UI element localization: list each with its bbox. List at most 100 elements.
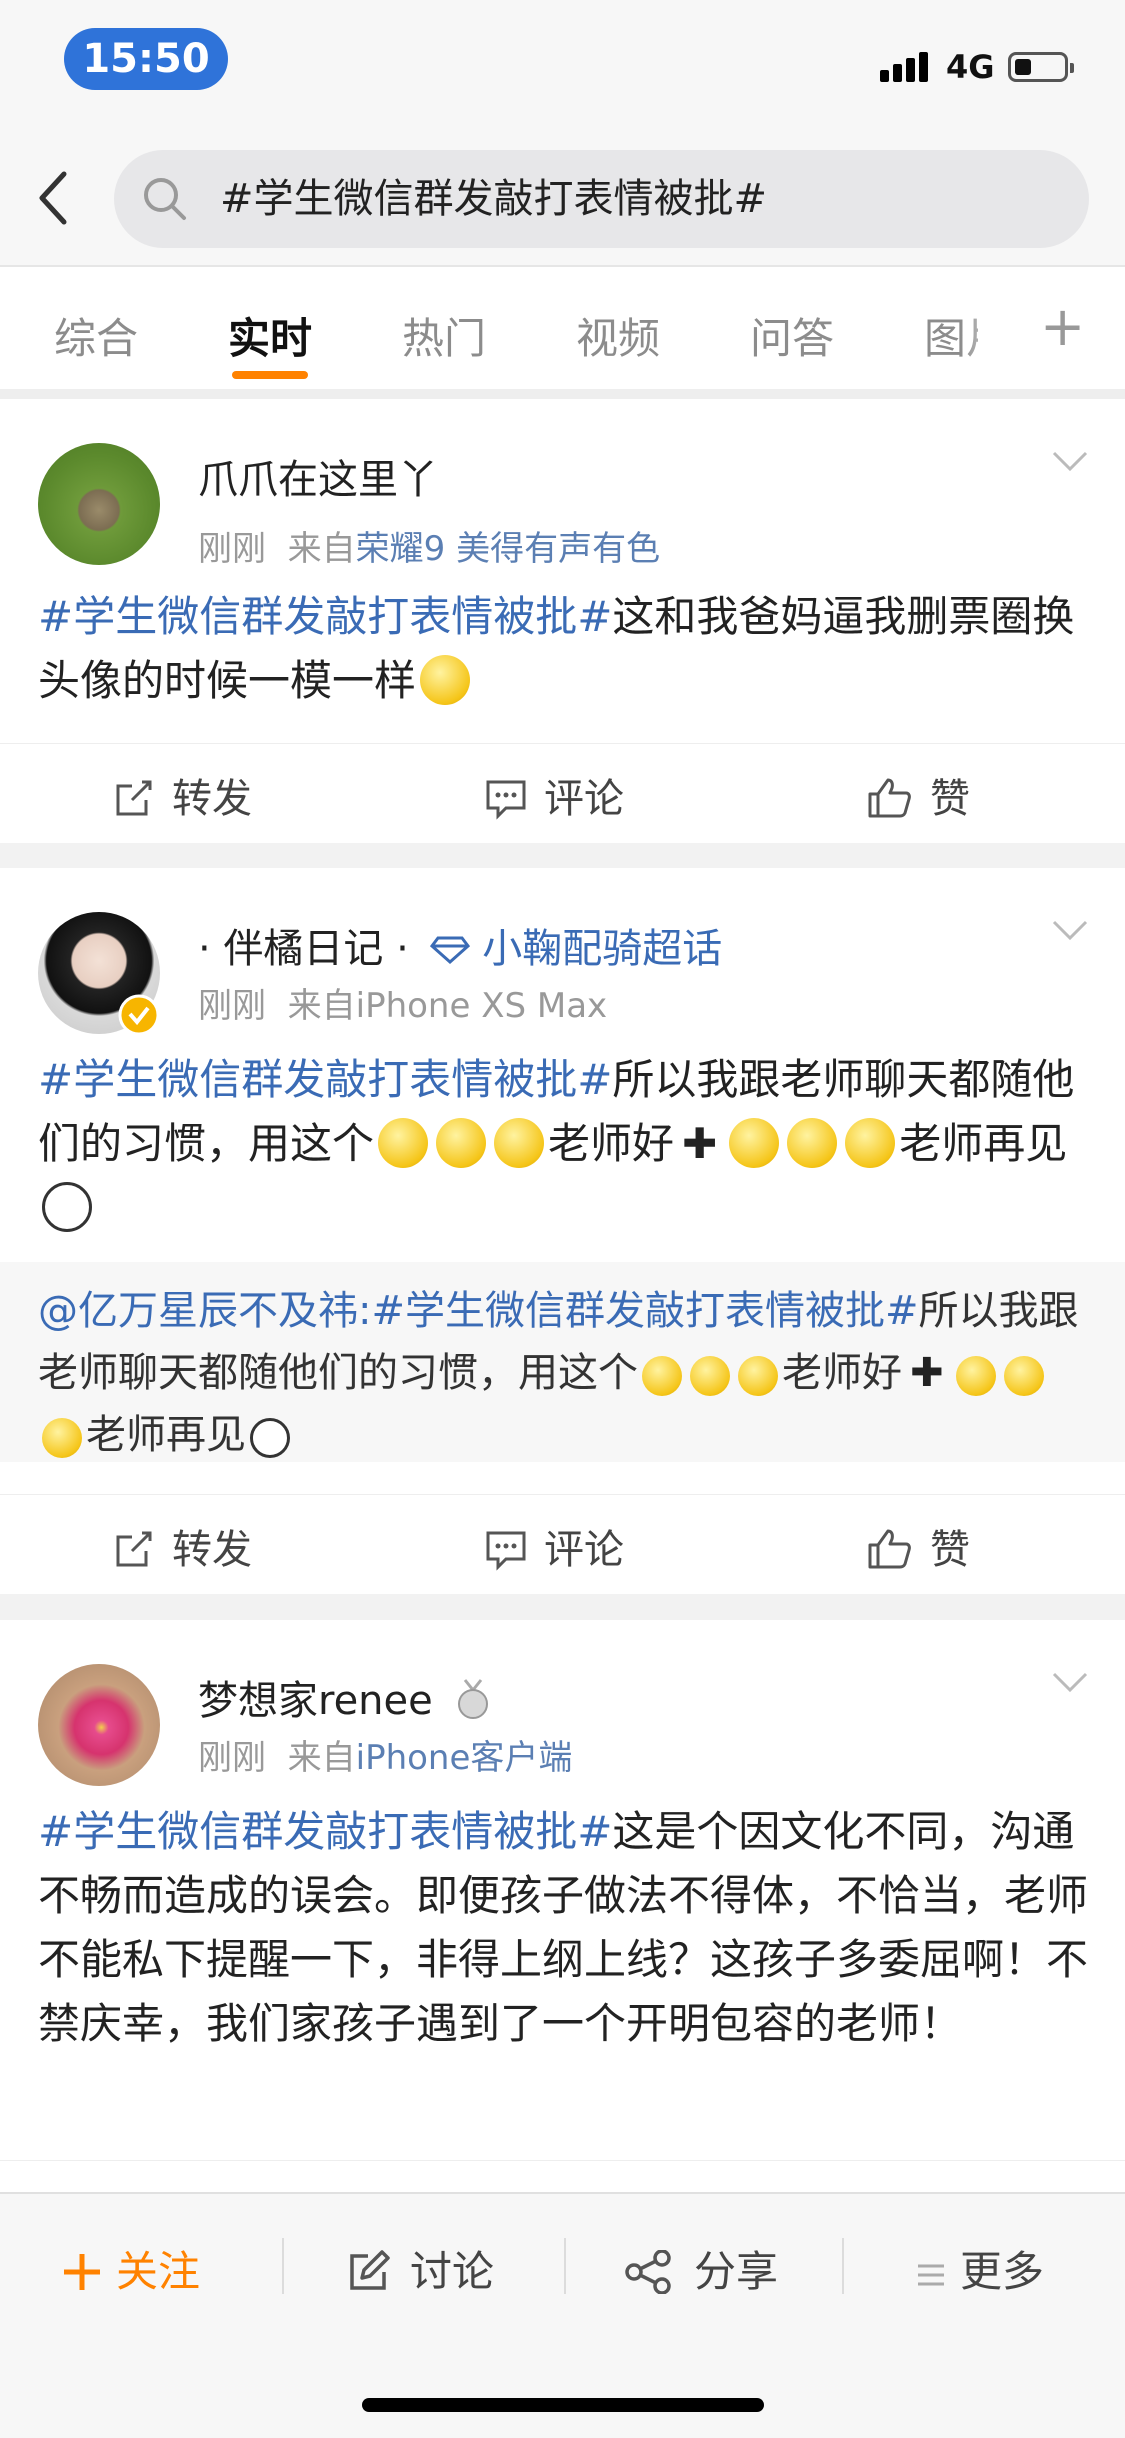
tab-hot[interactable]: 热门 [402,305,486,366]
plus-emoji-icon: ✚ [910,1350,944,1396]
menu-icon [918,2264,944,2286]
post-actions: 转发 评论 赞 [0,743,1125,840]
post-time: 刚刚 [198,1738,266,1778]
hashtag-link[interactable]: #学生微信群发敲打表情被批# [38,1807,612,1856]
tab-bar: 综合 实时 热门 视频 问答 图片 + [0,267,1125,399]
tab-qa[interactable]: 问答 [750,305,834,366]
tab-video[interactable]: 视频 [576,305,660,366]
post-content: #学生微信群发敲打表情被批#这和我爸妈逼我删票圈换头像的时候一模一样 [38,585,1088,713]
tab-comprehensive[interactable]: 综合 [54,305,138,366]
username-text[interactable]: · 伴橘日记 · [198,926,409,972]
post-card: · 伴橘日记 · 小鞠配骑超话 刚刚 来自iPhone XS Max #学生微信… [0,868,1125,1594]
search-input[interactable]: #学生微信群发敲打表情被批# [114,150,1089,248]
salute-emoji-icon [787,1118,838,1168]
comment-icon [486,780,526,820]
repost-block[interactable]: @亿万星辰不及祎:#学生微信群发敲打表情被批#所以我跟老师聊天都随他们的习惯，用… [0,1262,1125,1462]
hashtag-link[interactable]: #学生微信群发敲打表情被批# [371,1288,918,1334]
status-bar: 15:50 4G [0,0,1125,120]
post-username: · 伴橘日记 · 小鞠配骑超话 [198,916,722,974]
smile-emoji-icon [642,1356,682,1396]
post-source: iPhone XS Max [355,986,608,1026]
back-button[interactable] [30,168,80,225]
diamond-icon [429,936,470,965]
verified-badge-icon [118,994,160,1036]
post-from: 来自 [287,1738,356,1778]
post-card: 梦想家renee 刚刚 来自iPhone客户端 #学生微信群发敲打表情被批#这是… [0,1620,1125,2239]
chevron-down-icon[interactable] [1050,918,1090,942]
username-text[interactable]: 梦想家renee [198,1678,433,1724]
network-label: 4G [946,48,995,86]
medal-icon [458,1679,489,1719]
smile-emoji-icon [378,1118,429,1168]
post-source[interactable]: iPhone客户端 [356,1738,573,1778]
like-button[interactable]: 赞 [866,766,970,824]
search-icon [144,178,186,220]
post-content: #学生微信群发敲打表情被批#这是个因文化不同，沟通不畅而造成的误会。即便孩子做法… [38,1800,1088,2056]
comment-button[interactable]: 评论 [484,766,624,824]
battery-icon [1008,52,1074,82]
like-button[interactable]: 赞 [866,1517,970,1575]
chevron-down-icon[interactable] [1050,1670,1090,1694]
post-meta: 刚刚 来自荣耀9 美得有声有色 [198,521,660,570]
repost-content: @亿万星辰不及祎:#学生微信群发敲打表情被批#所以我跟老师聊天都随他们的习惯，用… [38,1280,1088,1466]
status-time: 15:50 [64,28,228,90]
thumbs-up-icon [868,778,911,818]
add-tab-icon[interactable]: + [1040,295,1085,358]
smile-emoji-icon [738,1356,778,1396]
comment-button[interactable]: 评论 [484,1517,624,1575]
more-button[interactable]: 更多 [916,2238,1044,2299]
repost-button[interactable]: 转发 [112,766,252,824]
repost-text: 老师好 [782,1350,902,1396]
discuss-button[interactable]: 讨论 [346,2238,494,2299]
post-actions: 转发 评论 赞 [0,1494,1125,1591]
repost-text: 老师再见 [86,1412,246,1458]
post-meta: 刚刚 来自iPhone客户端 [198,1730,572,1779]
salute-emoji-icon [955,1356,996,1396]
share-icon [625,2249,671,2295]
edit-icon [350,2250,390,2290]
post-time: 刚刚 [198,529,266,569]
repost-button[interactable]: 转发 [112,1517,252,1575]
smile-emoji-icon [494,1118,545,1168]
repost-icon [116,780,152,816]
super-topic-link[interactable]: 小鞠配骑超话 [482,926,722,972]
post-card: 爪爪在这里丫 刚刚 来自荣耀9 美得有声有色 #学生微信群发敲打表情被批#这和我… [0,399,1125,843]
post-text: 老师再见 [899,1119,1068,1168]
smile-emoji-icon [436,1118,487,1168]
plus-icon [64,2254,100,2290]
post-content: #学生微信群发敲打表情被批#所以我跟老师聊天都随他们的习惯，用这个 老师好 ✚ 老师再… [38,1048,1088,1240]
post-from: 来自 [287,529,356,569]
tab-realtime[interactable]: 实时 [228,305,312,366]
post-meta: 刚刚 来自iPhone XS Max [198,978,607,1027]
salute-emoji-icon [729,1118,780,1168]
panda-emoji-icon [42,1182,92,1232]
salute-emoji-icon [845,1118,896,1168]
comment-icon [486,1531,526,1571]
post-time: 刚刚 [198,986,266,1026]
search-query: #学生微信群发敲打表情被批# [220,176,768,222]
panda-emoji-icon [250,1418,290,1458]
repost-user-link[interactable]: @亿万星辰不及祎: [38,1288,371,1334]
post-from: 来自 [287,986,356,1026]
avatar[interactable] [38,1664,160,1786]
repost-icon [116,1531,152,1567]
share-button[interactable]: 分享 [624,2238,778,2299]
post-source[interactable]: 荣耀9 美得有声有色 [356,529,660,569]
bottom-toolbar: 关注 讨论 分享 更多 [0,2192,1125,2438]
thumbs-up-icon [868,1529,911,1569]
follow-button[interactable]: 关注 [62,2238,200,2299]
post-text: 老师好 [548,1119,675,1168]
chevron-down-icon[interactable] [1050,449,1090,473]
smile-emoji-icon [420,655,471,705]
avatar[interactable] [38,443,160,565]
plus-emoji-icon: ✚ [682,1119,718,1168]
salute-emoji-icon [1003,1356,1044,1396]
salute-emoji-icon [42,1418,82,1458]
post-username: 梦想家renee [198,1668,493,1726]
active-tab-indicator [232,371,308,379]
post-username[interactable]: 爪爪在这里丫 [198,447,438,505]
hashtag-link[interactable]: #学生微信群发敲打表情被批# [38,1055,612,1104]
back-chevron-icon [39,171,67,225]
hashtag-link[interactable]: #学生微信群发敲打表情被批# [38,592,612,641]
home-indicator [362,2398,764,2412]
